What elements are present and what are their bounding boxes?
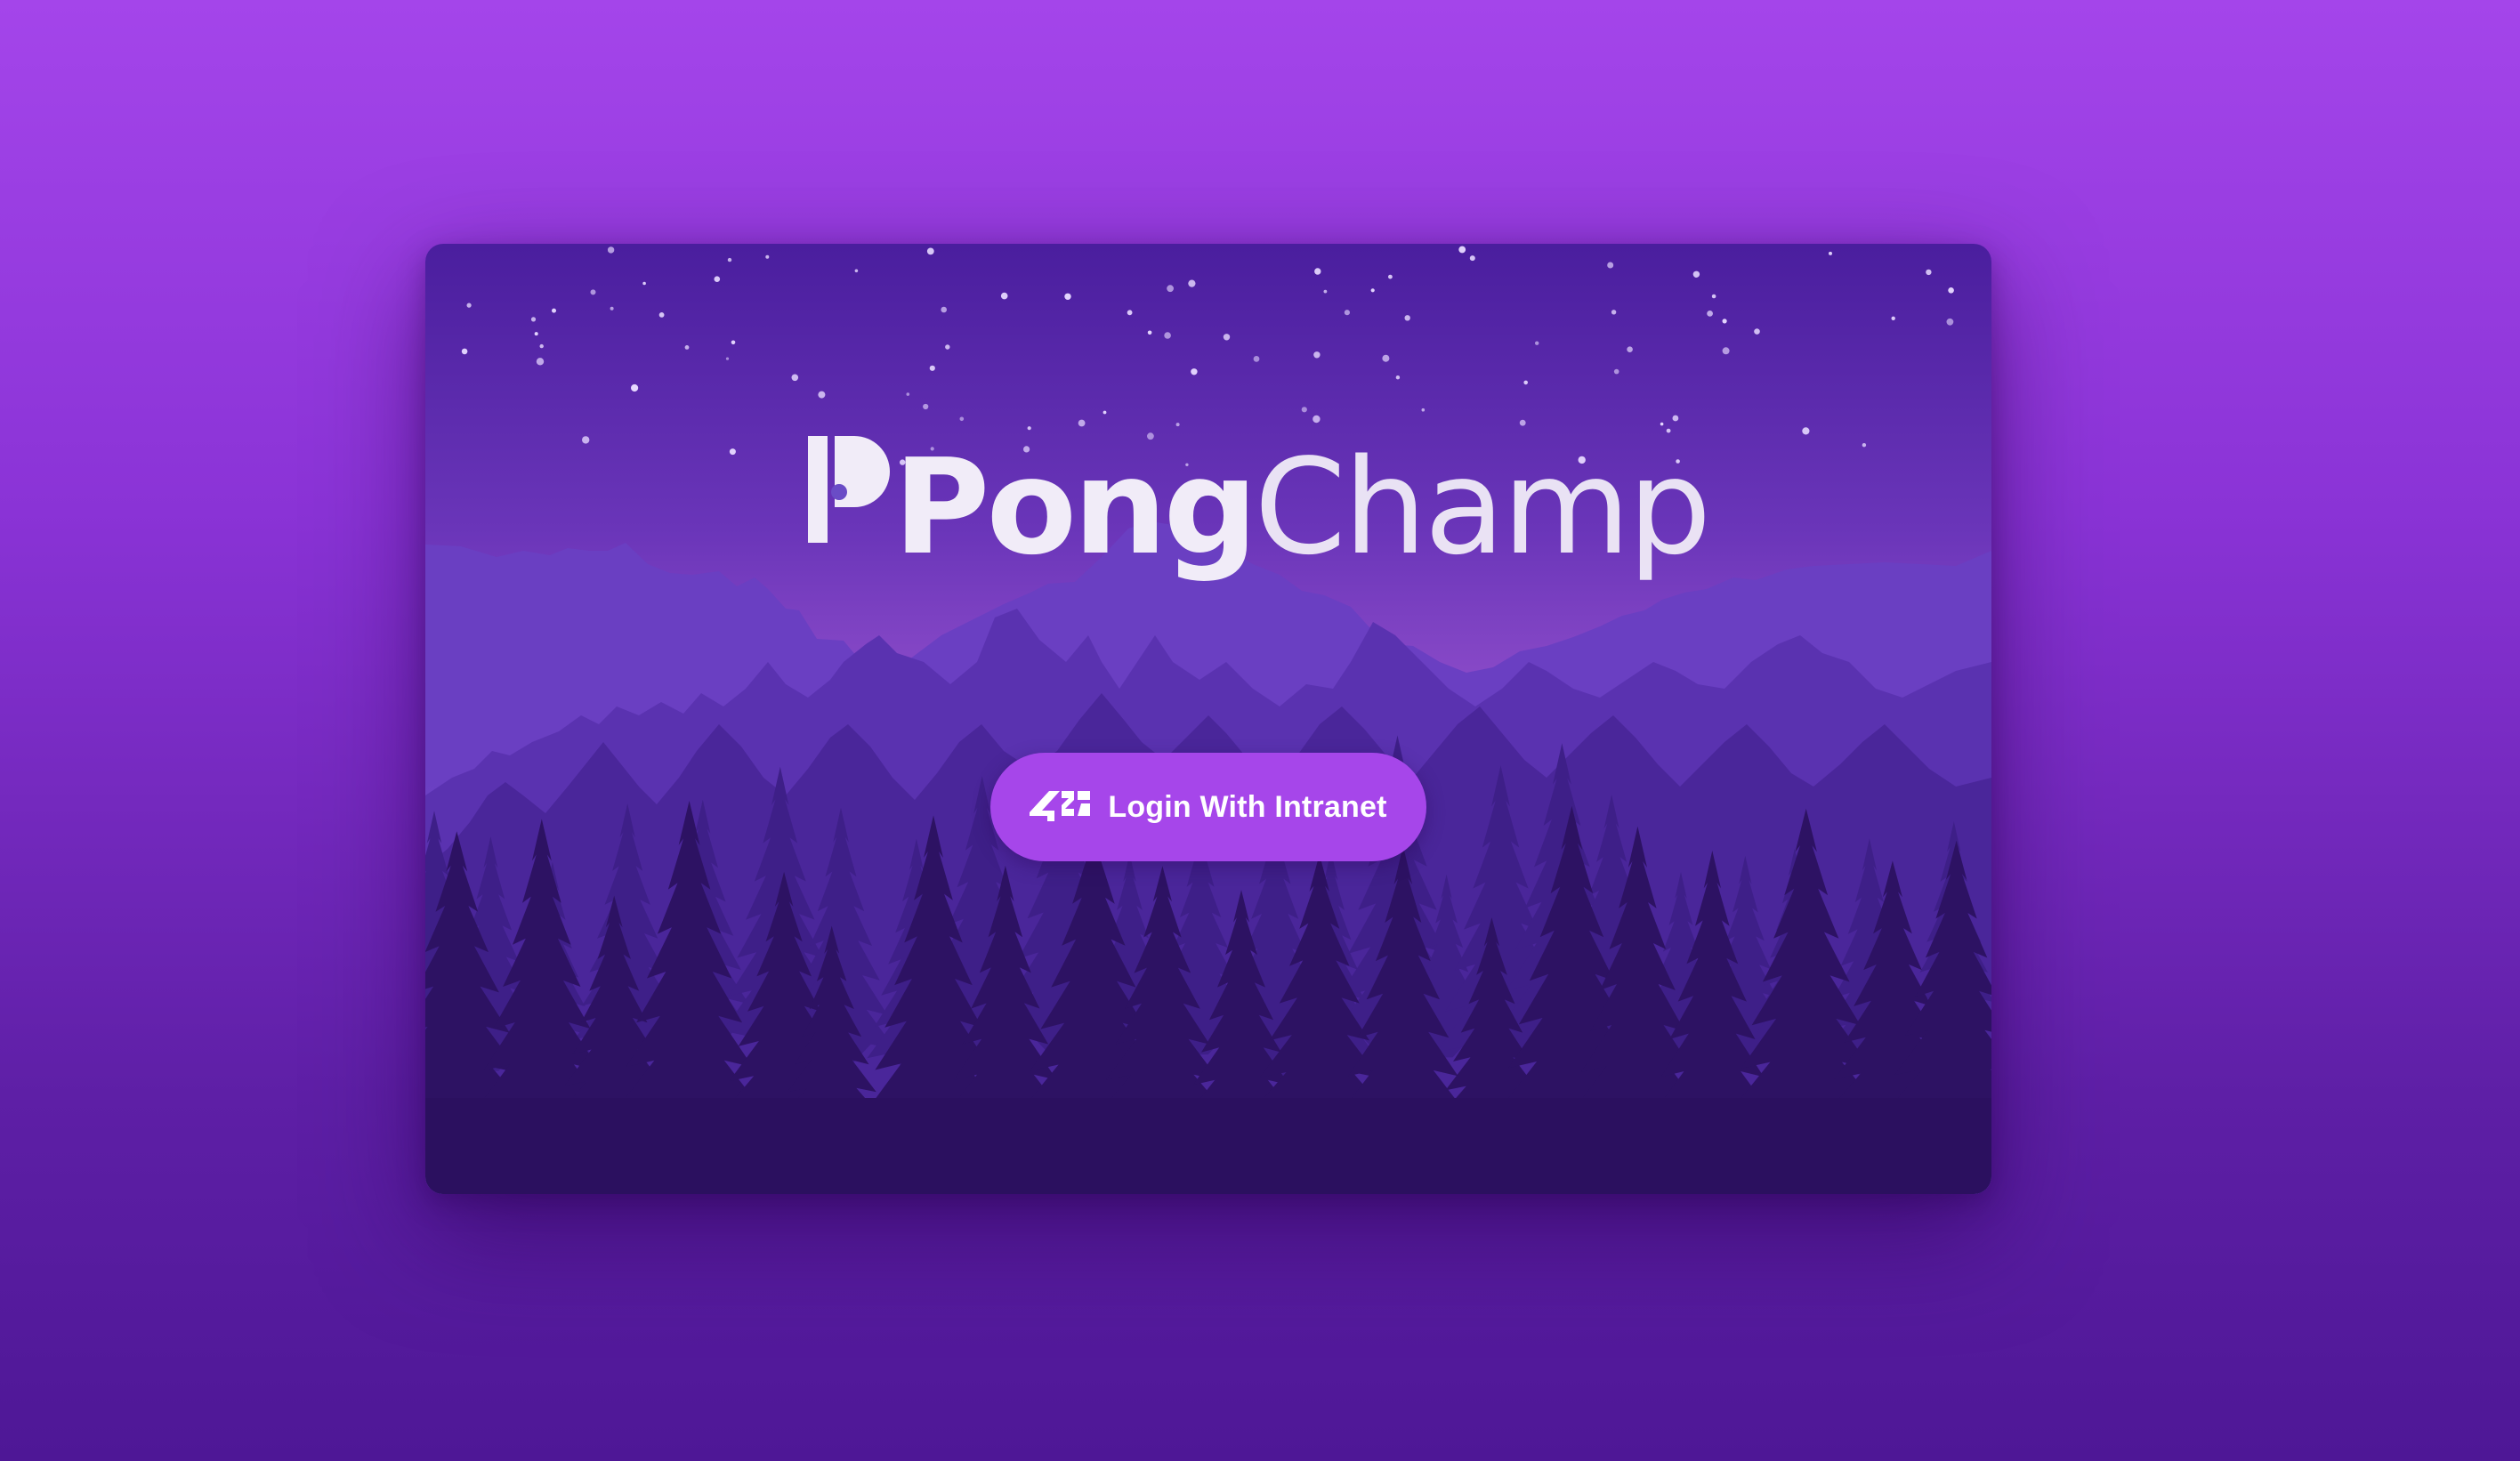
login-button-label: Login With Intranet <box>1108 789 1387 824</box>
login-with-intranet-button[interactable]: Login With Intranet <box>990 753 1426 861</box>
login-card: Pong Champ Login With Intranet <box>425 244 1991 1194</box>
logo-text-bold: Pong <box>893 431 1257 584</box>
logo-text-light: Champ <box>1254 431 1711 584</box>
app-logo: Pong Champ <box>808 395 1711 584</box>
forest-landscape-illustration <box>425 244 1991 1194</box>
pong-logo-icon <box>808 436 890 543</box>
42-logo-icon <box>1030 791 1091 821</box>
